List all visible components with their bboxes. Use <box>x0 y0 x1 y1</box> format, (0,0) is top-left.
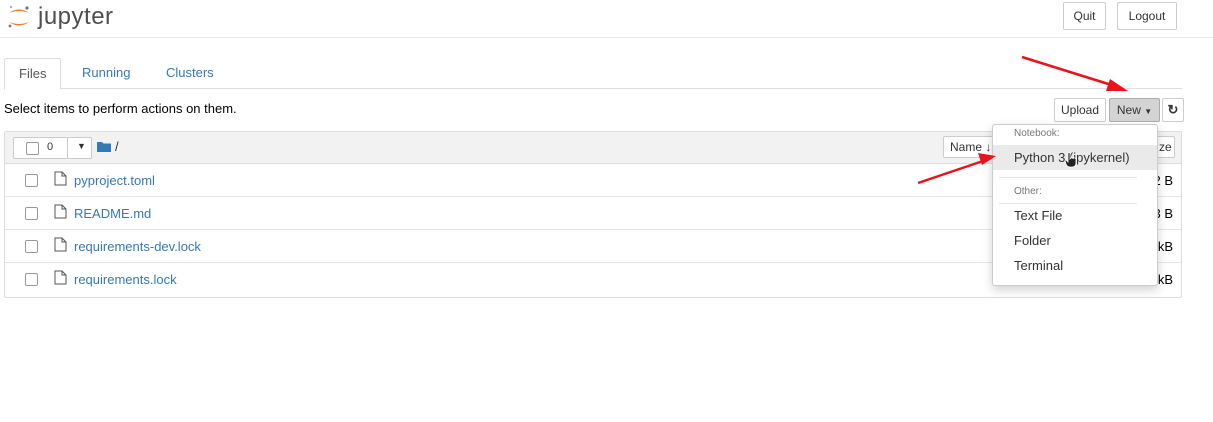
other-section-header: Other: <box>1014 186 1042 197</box>
hand-cursor-icon <box>1064 152 1077 168</box>
breadcrumb-root[interactable]: / <box>115 139 119 154</box>
file-icon <box>54 171 67 186</box>
row-checkbox[interactable] <box>25 240 38 253</box>
folder-icon[interactable] <box>97 141 111 152</box>
select-all-checkbox[interactable] <box>26 142 39 155</box>
new-dropdown-menu: Notebook: Python 3 (ipykernel) Other: Te… <box>992 124 1158 286</box>
new-dropdown-button[interactable]: New ▼ <box>1109 98 1160 122</box>
refresh-icon: ↻ <box>1167 102 1179 117</box>
select-all-dropdown[interactable]: 0 ▼ <box>13 137 92 159</box>
header-bar: jupyter Quit Logout <box>0 0 1213 38</box>
file-name-link[interactable]: requirements-dev.lock <box>74 239 201 254</box>
logout-button[interactable]: Logout <box>1117 2 1177 30</box>
jupyter-logo-icon <box>8 6 29 28</box>
instructions-text: Select items to perform actions on them. <box>4 101 237 116</box>
quit-button[interactable]: Quit <box>1063 2 1106 30</box>
notebook-section-header: Notebook: <box>1014 128 1060 139</box>
tab-running[interactable]: Running <box>68 58 144 89</box>
jupyter-logo[interactable]: jupyter <box>6 3 114 31</box>
file-name-link[interactable]: README.md <box>74 206 151 221</box>
file-icon <box>54 237 67 252</box>
caret-down-icon[interactable]: ▼ <box>77 141 86 151</box>
menu-divider <box>999 177 1137 178</box>
upload-button[interactable]: Upload <box>1054 98 1106 122</box>
menu-item-text-file[interactable]: Text File <box>993 203 1157 228</box>
row-checkbox[interactable] <box>25 174 38 187</box>
tab-clusters[interactable]: Clusters <box>152 58 228 89</box>
file-size: kB <box>1157 272 1173 287</box>
sort-name-label: Name <box>950 140 983 154</box>
caret-down-icon: ▼ <box>1144 107 1153 116</box>
menu-item-folder[interactable]: Folder <box>993 228 1157 253</box>
new-button-label: New <box>1116 103 1141 117</box>
divider <box>67 138 68 158</box>
selected-count: 0 <box>47 141 54 153</box>
sort-arrow-icon: ↓ <box>985 140 992 154</box>
file-name-link[interactable]: requirements.lock <box>74 272 177 287</box>
row-checkbox[interactable] <box>25 207 38 220</box>
file-name-link[interactable]: pyproject.toml <box>74 173 155 188</box>
menu-item-terminal[interactable]: Terminal <box>993 253 1157 278</box>
refresh-button[interactable]: ↻ <box>1162 98 1184 122</box>
file-icon <box>54 270 67 285</box>
tab-bar: Files Running Clusters <box>4 58 1182 90</box>
logo-text: jupyter <box>38 3 114 30</box>
file-size: kB <box>1157 239 1173 254</box>
file-icon <box>54 204 67 219</box>
tab-files[interactable]: Files <box>4 58 62 90</box>
row-checkbox[interactable] <box>25 273 38 286</box>
